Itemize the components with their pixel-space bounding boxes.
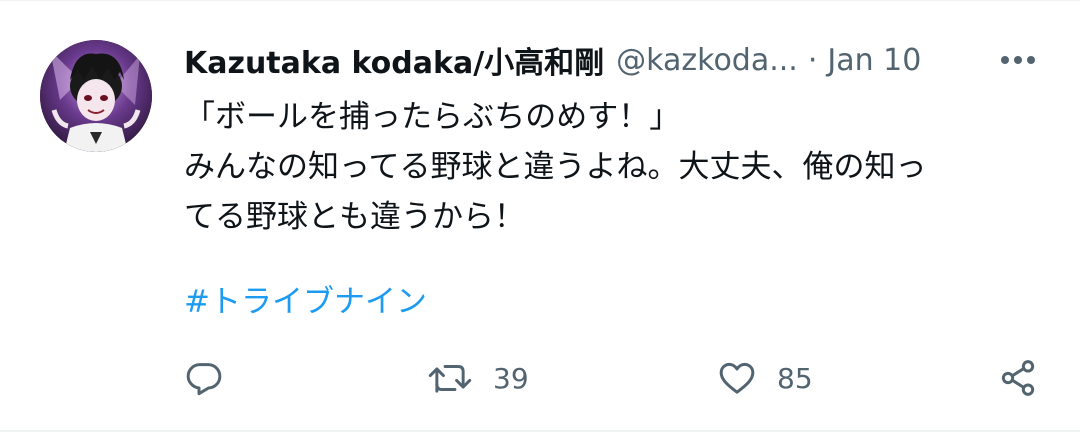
reply-icon (186, 363, 222, 396)
tweet-date[interactable]: Jan 10 (827, 43, 921, 78)
avatar-image (40, 40, 152, 152)
hashtag-link[interactable]: #トライブナイン (184, 277, 427, 327)
like-button[interactable]: 85 (717, 355, 813, 401)
share-icon (1001, 360, 1035, 396)
retweet-button[interactable]: 39 (427, 355, 529, 401)
tweet-text-line: てる野球とも違うから！ (184, 199, 525, 235)
avatar[interactable] (40, 40, 152, 152)
more-icon (1001, 56, 1035, 64)
bottom-divider (0, 430, 1080, 432)
action-bar: 39 85 (184, 355, 1044, 401)
separator-dot: · (807, 42, 818, 78)
author-name[interactable]: Kazutaka kodaka/小高和剛 (184, 38, 604, 82)
tweet-text-line: みんなの知ってる野球と違うよね。大丈夫、俺の知っ (184, 149, 927, 185)
tweet-header: Kazutaka kodaka/小高和剛 @kazkoda... · Jan 1… (184, 38, 921, 82)
tweet-text: 「ボールを捕ったらぶちのめす！」 みんなの知ってる野球と違うよね。大丈夫、俺の知… (184, 92, 1044, 242)
author-handle[interactable]: @kazkoda... (616, 43, 798, 78)
share-button[interactable] (998, 355, 1038, 401)
top-divider (0, 0, 1080, 1)
reply-button[interactable] (184, 355, 224, 401)
retweet-icon (428, 365, 472, 393)
like-count: 85 (777, 361, 813, 395)
tweet-text-line: 「ボールを捕ったらぶちのめす！」 (184, 99, 681, 135)
more-options-button[interactable] (998, 46, 1038, 74)
retweet-count: 39 (493, 361, 529, 395)
heart-icon (719, 362, 755, 394)
